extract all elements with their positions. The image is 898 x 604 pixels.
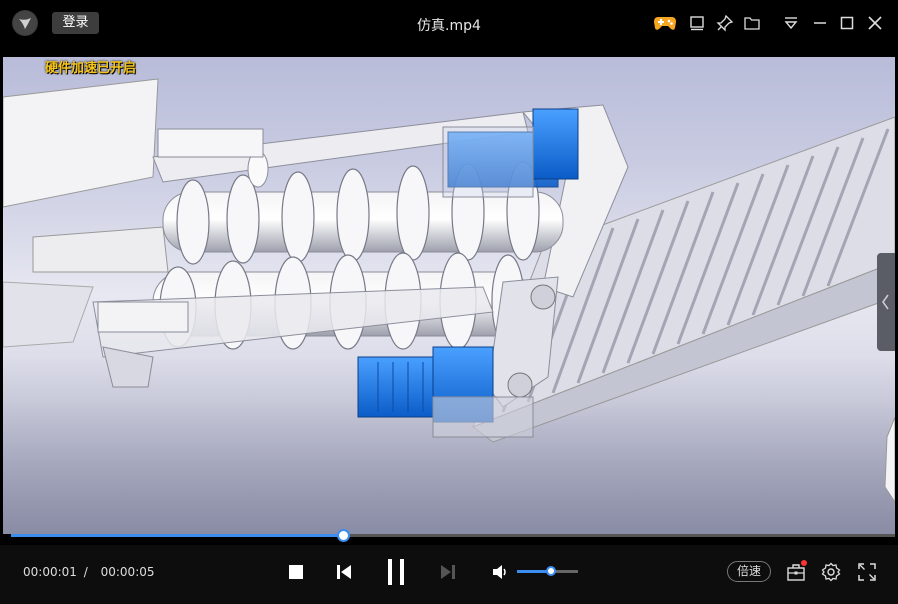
seek-bar[interactable] <box>11 529 895 542</box>
skip-next-icon <box>441 565 455 579</box>
title-bar: 登录 仿真.mp4 <box>0 0 898 46</box>
seek-bar-played <box>11 534 344 537</box>
app-logo <box>12 10 38 36</box>
stop-icon <box>289 565 303 579</box>
gear-icon <box>821 562 841 582</box>
previous-button[interactable] <box>335 563 353 585</box>
volume-icon <box>493 565 506 579</box>
current-time: 00:00:01 <box>23 565 77 579</box>
time-separator: / <box>83 565 88 579</box>
settings-button[interactable] <box>821 562 841 586</box>
login-button[interactable]: 登录 <box>52 12 99 34</box>
video-canvas[interactable]: 硬件加速已开启 <box>3 57 895 534</box>
control-bar: 00:00:01 / 00:00:05 倍速 <box>0 545 898 604</box>
video-frame-image <box>3 78 895 534</box>
gamepad-icon[interactable] <box>653 14 677 32</box>
mute-button[interactable] <box>491 563 509 585</box>
side-panel-toggle[interactable] <box>877 253 895 351</box>
chevron-left-icon <box>882 294 889 310</box>
pin-icon[interactable] <box>716 14 734 32</box>
fullscreen-button[interactable] <box>857 562 877 586</box>
time-display: 00:00:01 / 00:00:05 <box>23 565 158 579</box>
total-time: 00:00:05 <box>100 565 155 579</box>
toolbox-button[interactable] <box>786 560 807 586</box>
fullscreen-icon <box>858 563 876 581</box>
playback-speed-button[interactable]: 倍速 <box>727 561 771 582</box>
seek-handle[interactable] <box>337 529 351 542</box>
close-icon[interactable] <box>866 14 884 32</box>
minimize-icon[interactable] <box>811 14 829 32</box>
pause-icon <box>388 559 404 585</box>
window-title: 仿真.mp4 <box>417 18 481 34</box>
pause-button[interactable] <box>385 558 407 590</box>
next-button[interactable] <box>439 563 457 585</box>
stop-button[interactable] <box>288 564 304 584</box>
logo-icon <box>13 11 37 35</box>
mini-mode-icon[interactable] <box>688 14 706 32</box>
volume-handle[interactable] <box>545 566 556 576</box>
folder-icon[interactable] <box>743 14 761 32</box>
volume-slider[interactable] <box>517 566 578 576</box>
skip-previous-icon <box>337 565 351 579</box>
hardware-acceleration-notice: 硬件加速已开启 <box>45 61 137 76</box>
dropdown-menu-icon[interactable] <box>782 14 800 32</box>
maximize-icon[interactable] <box>838 14 856 32</box>
notification-dot <box>801 560 807 566</box>
